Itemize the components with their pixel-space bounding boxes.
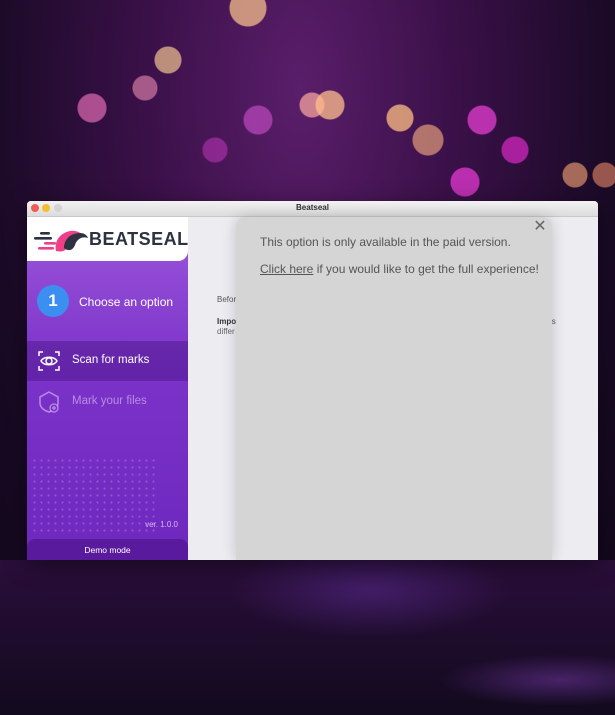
title-bar: Beatseal (27, 201, 598, 217)
version-label: ver. 1.0.0 (145, 520, 178, 529)
nav-item-scan-for-marks[interactable]: Scan for marks (27, 341, 188, 381)
upgrade-modal: ✕ This option is only available in the p… (236, 217, 552, 560)
modal-message: This option is only available in the pai… (260, 235, 511, 249)
eye-scan-icon (38, 351, 60, 371)
nav-label-mark-your-files: Mark your files (72, 395, 147, 407)
click-here-link[interactable]: Click here (260, 262, 313, 276)
background-text-fragment: Impo (217, 317, 237, 326)
background-floor (0, 560, 615, 715)
main-content: Befor Impo differ is ✕ This option is on… (188, 217, 598, 560)
shield-plus-icon (39, 391, 59, 413)
background-text-fragment: Befor (217, 295, 237, 304)
modal-cta-text: if you would like to get the full experi… (313, 262, 539, 276)
close-icon[interactable]: ✕ (532, 219, 548, 235)
logo: BEATSEAL (27, 217, 188, 261)
app-window: Beatseal BEATSEAL 1 Choose an option Sca… (27, 201, 598, 560)
step-number-badge: 1 (37, 285, 69, 317)
background-text-fragment: differ (217, 327, 235, 336)
beatseal-logo-icon (34, 230, 88, 252)
nav-label-scan-for-marks: Scan for marks (72, 354, 150, 366)
decorative-dot-pattern (31, 457, 157, 535)
logo-text: BEATSEAL (89, 229, 189, 249)
window-title: Beatseal (296, 203, 329, 212)
sidebar: BEATSEAL 1 Choose an option Scan for mar… (27, 217, 188, 560)
step-label: Choose an option (79, 295, 174, 309)
nav-item-mark-your-files[interactable]: Mark your files (27, 382, 188, 422)
modal-cta: Click here if you would like to get the … (260, 262, 539, 276)
demo-mode-badge: Demo mode (27, 539, 188, 560)
